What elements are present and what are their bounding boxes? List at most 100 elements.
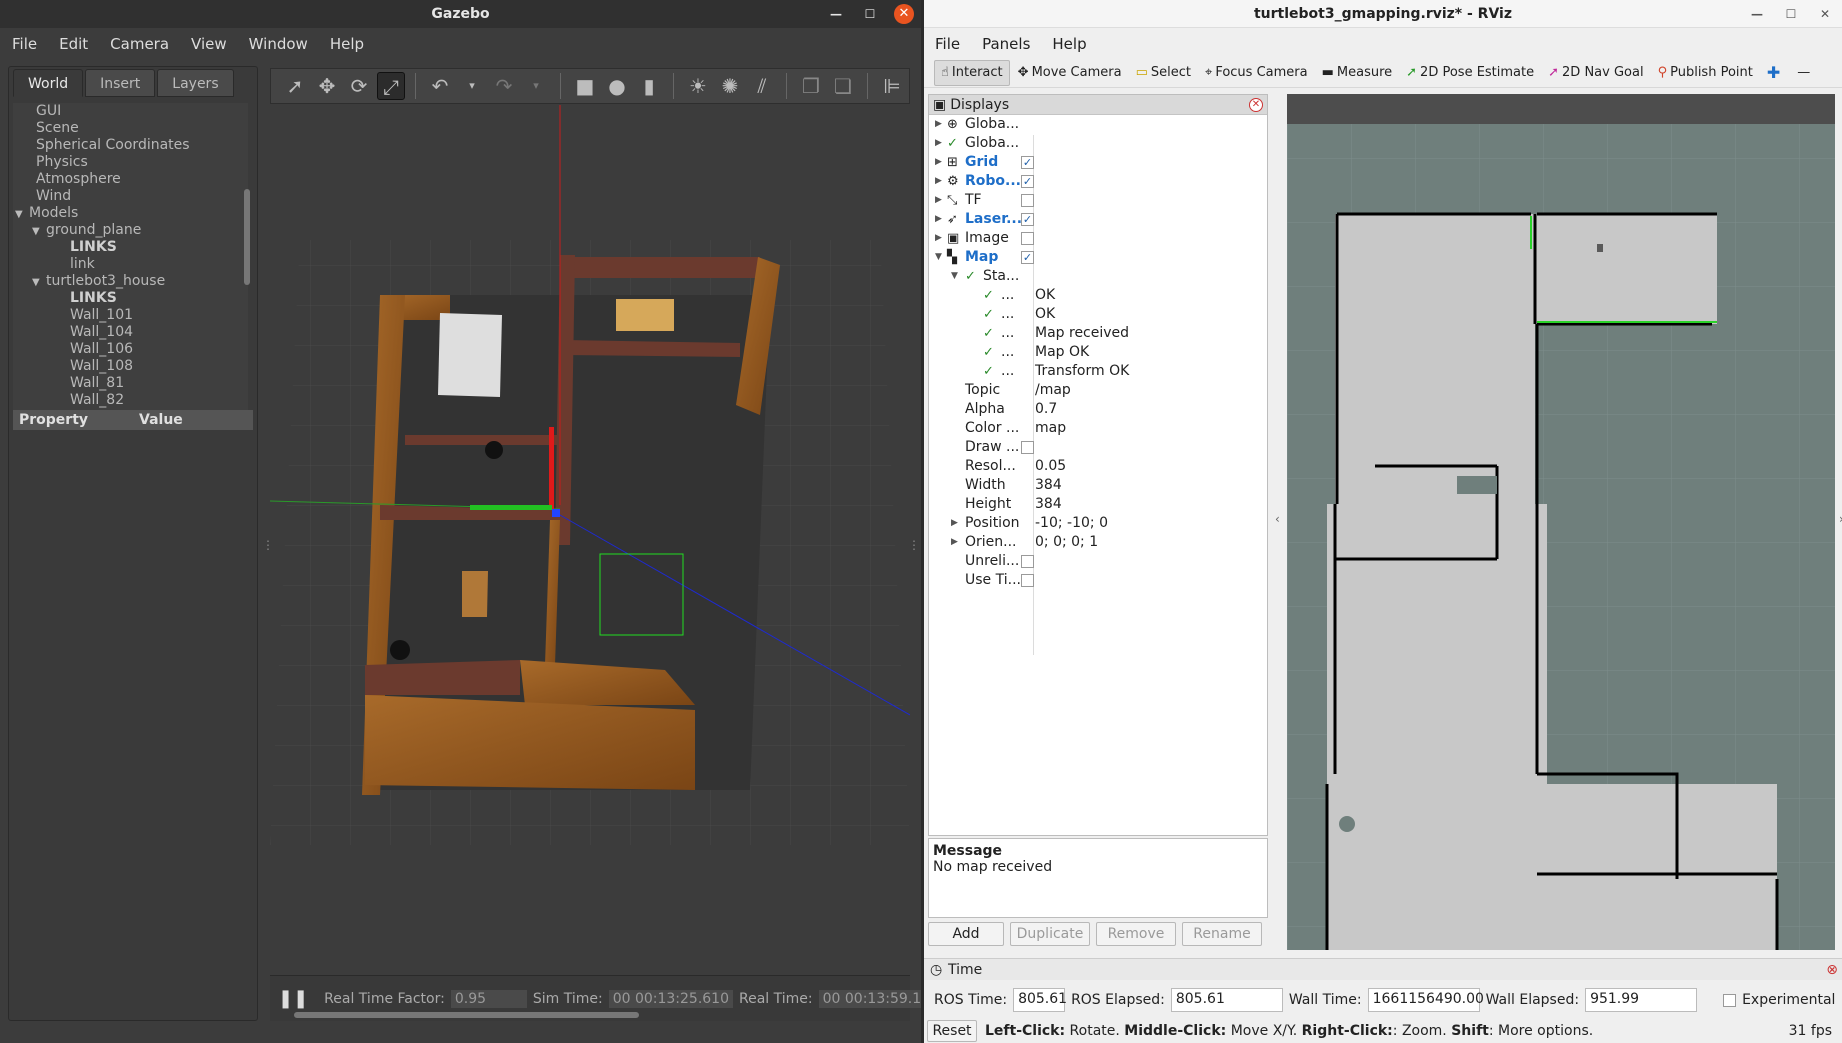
menu-file[interactable]: File: [924, 35, 971, 53]
menu-help[interactable]: Help: [1041, 35, 1097, 53]
map-property[interactable]: Alpha 0.7: [929, 400, 1267, 419]
close-icon[interactable]: ✕: [1808, 7, 1842, 21]
tree-item[interactable]: Atmosphere: [13, 171, 248, 188]
display-item[interactable]: ▶ ⊕ Globa...: [929, 115, 1267, 134]
tree-scrollbar[interactable]: [244, 189, 250, 285]
experimental-checkbox[interactable]: [1723, 993, 1737, 1007]
remove-button[interactable]: Remove: [1096, 922, 1176, 946]
pause-button[interactable]: ❚❚: [270, 988, 324, 1009]
rviz-3d-view[interactable]: [1287, 94, 1835, 950]
menu-window[interactable]: Window: [238, 35, 319, 53]
display-item[interactable]: ▶ ⤡ TF: [929, 191, 1267, 210]
display-checkbox[interactable]: ✓: [1021, 175, 1034, 188]
status-group[interactable]: ▼ ✓ Sta...: [929, 267, 1267, 286]
map-property[interactable]: Topic/map: [929, 381, 1267, 400]
property-value[interactable]: 0; 0; 0; 1: [1035, 533, 1098, 552]
display-checkbox[interactable]: ✓: [1021, 213, 1034, 226]
expand-arrow-icon[interactable]: ▶: [935, 153, 942, 172]
tree-item[interactable]: GUI: [13, 103, 248, 120]
reset-button[interactable]: Reset: [927, 1019, 977, 1042]
redo-dropdown-icon[interactable]: ▾: [522, 72, 550, 100]
menu-view[interactable]: View: [180, 35, 238, 53]
box-shape-icon[interactable]: ■: [571, 72, 599, 100]
menu-edit[interactable]: Edit: [48, 35, 99, 53]
map-property[interactable]: Draw ...: [929, 438, 1267, 457]
ros-time-field[interactable]: 805.61: [1013, 988, 1067, 1012]
maximize-icon[interactable]: ☐: [853, 7, 887, 21]
display-item[interactable]: ▶ ⚙ Robo... ✓: [929, 172, 1267, 191]
tree-item[interactable]: link: [13, 256, 248, 273]
cylinder-shape-icon[interactable]: ▮: [635, 72, 663, 100]
expand-arrow-icon[interactable]: ▶: [935, 172, 942, 191]
rotate-mode-icon[interactable]: ⟳: [345, 72, 373, 100]
property-value[interactable]: /map: [1035, 381, 1071, 400]
align-icon[interactable]: ⊫: [878, 72, 906, 100]
translate-mode-icon[interactable]: ✥: [313, 72, 341, 100]
tab-insert[interactable]: Insert: [85, 69, 156, 97]
tree-item[interactable]: Wall_108: [13, 358, 248, 375]
menu-camera[interactable]: Camera: [99, 35, 180, 53]
paste-icon[interactable]: ❏: [829, 72, 857, 100]
tree-item[interactable]: Wall_106: [13, 341, 248, 358]
tool-publish-point[interactable]: ⚲ Publish Point: [1652, 60, 1759, 86]
tree-item[interactable]: Wall_81: [13, 375, 248, 392]
status-item[interactable]: ✓... Map OK: [929, 343, 1267, 362]
close-panel-icon[interactable]: ✕: [1249, 98, 1263, 112]
menu-help[interactable]: Help: [319, 35, 375, 53]
tool-select[interactable]: ▭ Select: [1130, 60, 1197, 86]
wall-time-field[interactable]: 1661156490.00: [1367, 988, 1484, 1012]
display-checkbox[interactable]: ✓: [1021, 251, 1034, 264]
minimize-icon[interactable]: —: [1740, 7, 1774, 21]
point-light-icon[interactable]: ☀: [684, 72, 712, 100]
tree-item[interactable]: Wall_101: [13, 307, 248, 324]
map-property[interactable]: ▶ Position -10; -10; 0: [929, 514, 1267, 533]
redo-icon[interactable]: ↷: [490, 72, 518, 100]
tree-item[interactable]: Wind: [13, 188, 248, 205]
rename-button[interactable]: Rename: [1182, 922, 1262, 946]
tool-measure[interactable]: ▬ Measure: [1316, 60, 1399, 86]
menu-panels[interactable]: Panels: [971, 35, 1041, 53]
copy-icon[interactable]: ❐: [797, 72, 825, 100]
scale-mode-icon[interactable]: ⤢: [377, 72, 405, 100]
tree-item[interactable]: ▼ Models: [13, 205, 248, 222]
wall-elapsed-field[interactable]: 951.99: [1585, 988, 1698, 1012]
gazebo-3d-viewport[interactable]: [270, 105, 910, 975]
status-item[interactable]: ✓... OK: [929, 286, 1267, 305]
tree-item[interactable]: Wall_82: [13, 392, 248, 409]
map-property[interactable]: Color ... map: [929, 419, 1267, 438]
expand-arrow-icon[interactable]: ▶: [935, 229, 942, 248]
display-item[interactable]: ▶ ➶ Laser... ✓: [929, 210, 1267, 229]
property-checkbox[interactable]: [1021, 555, 1034, 568]
display-item[interactable]: ▼ ▚ Map ✓: [929, 248, 1267, 267]
property-checkbox[interactable]: [1021, 441, 1034, 454]
tool-move-camera[interactable]: ✥ Move Camera: [1012, 60, 1128, 86]
splitter-handle-icon[interactable]: ⋮: [262, 538, 274, 552]
property-value[interactable]: -10; -10; 0: [1035, 514, 1108, 533]
status-item[interactable]: ✓... OK: [929, 305, 1267, 324]
tree-item[interactable]: LINKS: [13, 239, 248, 256]
expand-arrow-icon[interactable]: ▶: [935, 210, 942, 229]
expand-arrow-icon[interactable]: ▼: [32, 274, 46, 291]
tab-world[interactable]: World: [13, 69, 84, 97]
tree-item[interactable]: LINKS: [13, 290, 248, 307]
menu-file[interactable]: File: [0, 35, 48, 53]
toolbar-overflow[interactable]: —: [1791, 60, 1819, 86]
sphere-shape-icon[interactable]: ●: [603, 72, 631, 100]
minimize-icon[interactable]: —: [819, 7, 853, 21]
maximize-icon[interactable]: ☐: [1774, 7, 1808, 21]
property-value[interactable]: map: [1035, 419, 1066, 438]
expand-arrow-icon[interactable]: ▶: [951, 533, 958, 552]
status-item[interactable]: ✓... Transform OK: [929, 362, 1267, 381]
property-value[interactable]: 0.05: [1035, 457, 1066, 476]
splitter-handle-icon[interactable]: ⋮: [908, 538, 920, 552]
expand-arrow-icon[interactable]: ▼: [32, 223, 46, 240]
undo-dropdown-icon[interactable]: ▾: [458, 72, 486, 100]
tree-item[interactable]: Scene: [13, 120, 248, 137]
display-checkbox[interactable]: [1021, 194, 1034, 207]
add-button[interactable]: Add: [928, 922, 1004, 946]
property-value[interactable]: 384: [1035, 476, 1062, 495]
tool-focus-camera[interactable]: ⌖ Focus Camera: [1199, 60, 1314, 86]
status-item[interactable]: ✓... Map received: [929, 324, 1267, 343]
tool-interact[interactable]: ☝ Interact: [934, 59, 1010, 86]
display-item[interactable]: ▶ ⊞ Grid ✓: [929, 153, 1267, 172]
